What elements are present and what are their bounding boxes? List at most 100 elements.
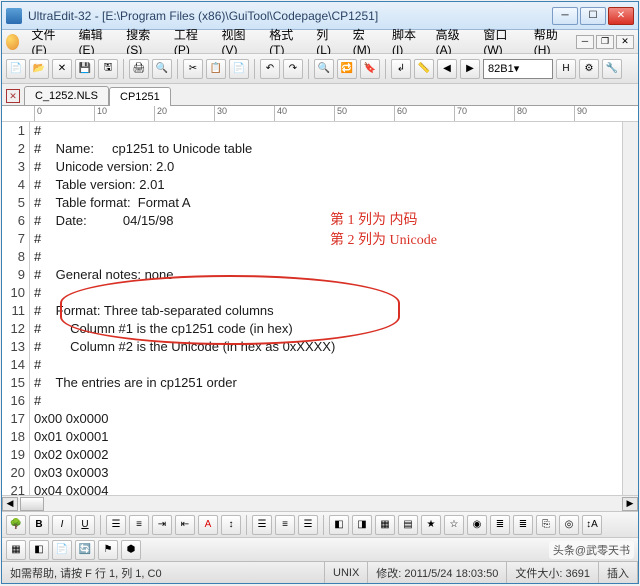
cut-button[interactable]: ✂ <box>183 59 203 79</box>
code-line[interactable]: # <box>34 248 622 266</box>
code-line[interactable]: 0x00 0x0000 <box>34 410 622 428</box>
code-line[interactable]: # Unicode version: 2.0 <box>34 158 622 176</box>
indent-button[interactable]: ⇥ <box>152 515 172 535</box>
sort-button[interactable]: ↕ <box>221 515 241 535</box>
config-button[interactable]: 🔧 <box>602 59 622 79</box>
align-left-button[interactable]: ☰ <box>252 515 272 535</box>
code-line[interactable]: # General notes: none <box>34 266 622 284</box>
scroll-thumb[interactable] <box>20 497 44 511</box>
code-line[interactable]: # Table format: Format A <box>34 194 622 212</box>
line-number: 12 <box>2 320 25 338</box>
line-number: 8 <box>2 248 25 266</box>
tool-f-button[interactable]: ☆ <box>444 515 464 535</box>
code-line[interactable]: # The entries are in cp1251 order <box>34 374 622 392</box>
copy-button[interactable]: 📋 <box>206 59 226 79</box>
align-right-button[interactable]: ☰ <box>298 515 318 535</box>
vertical-scrollbar[interactable] <box>622 122 638 495</box>
code-line[interactable]: # <box>34 284 622 302</box>
tool-d-button[interactable]: ▤ <box>398 515 418 535</box>
tool-b-button[interactable]: ◨ <box>352 515 372 535</box>
tab-cp1251[interactable]: CP1251 <box>109 87 171 106</box>
tool-c-button[interactable]: ▦ <box>375 515 395 535</box>
italic-button[interactable]: I <box>52 515 72 535</box>
ruler-button[interactable]: 📏 <box>414 59 434 79</box>
list-button[interactable]: ☰ <box>106 515 126 535</box>
nav-next-button[interactable]: ▶ <box>460 59 480 79</box>
preview-button[interactable]: 🔍 <box>152 59 172 79</box>
line-number: 7 <box>2 230 25 248</box>
code-area[interactable]: www.yurongpawn.com 第 1 列为 内码 第 2 列为 Unic… <box>30 122 622 495</box>
doc-button[interactable]: 📄 <box>52 540 72 560</box>
close-button[interactable]: ✕ <box>608 7 634 25</box>
scroll-left-button[interactable]: ◀ <box>2 497 18 511</box>
code-line[interactable]: 0x02 0x0002 <box>34 446 622 464</box>
corner-watermark: 头条@武零天书 <box>549 541 634 559</box>
tool-j-button[interactable]: ⎘ <box>536 515 556 535</box>
outdent-button[interactable]: ⇤ <box>175 515 195 535</box>
bookmark-button[interactable]: 🔖 <box>360 59 380 79</box>
line-number: 2 <box>2 140 25 158</box>
window-title: UltraEdit-32 - [E:\Program Files (x86)\G… <box>28 9 552 23</box>
tool-k-button[interactable]: ◎ <box>559 515 579 535</box>
hex-button[interactable]: H <box>556 59 576 79</box>
maximize-button[interactable]: ☐ <box>580 7 606 25</box>
code-line[interactable]: 0x01 0x0001 <box>34 428 622 446</box>
code-line[interactable]: # <box>34 122 622 140</box>
bold-button[interactable]: B <box>29 515 49 535</box>
scroll-right-button[interactable]: ▶ <box>622 497 638 511</box>
panel-button[interactable]: ◧ <box>29 540 49 560</box>
saveas-button[interactable]: 🖫 <box>98 59 118 79</box>
mdi-close-button[interactable]: ✕ <box>616 35 634 49</box>
nav-prev-button[interactable]: ◀ <box>437 59 457 79</box>
code-line[interactable]: 0x03 0x0003 <box>34 464 622 482</box>
flag-button[interactable]: ⚑ <box>98 540 118 560</box>
minimize-button[interactable]: ─ <box>552 7 578 25</box>
mdi-controls: ─ ❐ ✕ <box>576 35 634 49</box>
new-button[interactable]: 📄 <box>6 59 26 79</box>
tool-i-button[interactable]: ≣ <box>513 515 533 535</box>
encoding-combo[interactable]: 82B1 ▾ <box>483 59 553 79</box>
tool-l-button[interactable]: ↕A <box>582 515 602 535</box>
tab-close-all-button[interactable]: ✕ <box>6 89 20 103</box>
code-line[interactable]: # <box>34 356 622 374</box>
tool-g-button[interactable]: ◉ <box>467 515 487 535</box>
tab-c1252[interactable]: C_1252.NLS <box>24 86 109 105</box>
tool-button[interactable]: ⚙ <box>579 59 599 79</box>
code-line[interactable]: # Date: 04/15/98 <box>34 212 622 230</box>
wrap-button[interactable]: ↲ <box>391 59 411 79</box>
misc-button[interactable]: ⬢ <box>121 540 141 560</box>
save-button[interactable]: 💾 <box>75 59 95 79</box>
code-line[interactable]: 0x04 0x0004 <box>34 482 622 495</box>
find-button[interactable]: 🔍 <box>314 59 334 79</box>
undo-button[interactable]: ↶ <box>260 59 280 79</box>
mdi-restore-button[interactable]: ❐ <box>596 35 614 49</box>
code-line[interactable]: # <box>34 230 622 248</box>
mdi-min-button[interactable]: ─ <box>576 35 594 49</box>
underline-button[interactable]: U <box>75 515 95 535</box>
status-encoding: UNIX <box>325 562 368 583</box>
code-line[interactable]: # Column #2 is the Unicode (in hex as 0x… <box>34 338 622 356</box>
font-color-button[interactable]: A <box>198 515 218 535</box>
close-doc-button[interactable]: ✕ <box>52 59 72 79</box>
code-line[interactable]: # Column #1 is the cp1251 code (in hex) <box>34 320 622 338</box>
code-line[interactable]: # Name: cp1251 to Unicode table <box>34 140 622 158</box>
paste-button[interactable]: 📄 <box>229 59 249 79</box>
tool-h-button[interactable]: ≣ <box>490 515 510 535</box>
redo-button[interactable]: ↷ <box>283 59 303 79</box>
numlist-button[interactable]: ≡ <box>129 515 149 535</box>
document-tabs: ✕ C_1252.NLS CP1251 <box>2 84 638 106</box>
print-button[interactable]: 🖨 <box>129 59 149 79</box>
code-line[interactable]: # Format: Three tab-separated columns <box>34 302 622 320</box>
code-line[interactable]: # Table version: 2.01 <box>34 176 622 194</box>
open-button[interactable]: 📂 <box>29 59 49 79</box>
separator-icon <box>323 515 324 535</box>
tool-e-button[interactable]: ★ <box>421 515 441 535</box>
code-line[interactable]: # <box>34 392 622 410</box>
tree-icon[interactable]: 🌳 <box>6 515 26 535</box>
line-number: 17 <box>2 410 25 428</box>
grid-button[interactable]: ▦ <box>6 540 26 560</box>
replace-button[interactable]: 🔁 <box>337 59 357 79</box>
align-center-button[interactable]: ≡ <box>275 515 295 535</box>
refresh-button[interactable]: 🔄 <box>75 540 95 560</box>
tool-a-button[interactable]: ◧ <box>329 515 349 535</box>
